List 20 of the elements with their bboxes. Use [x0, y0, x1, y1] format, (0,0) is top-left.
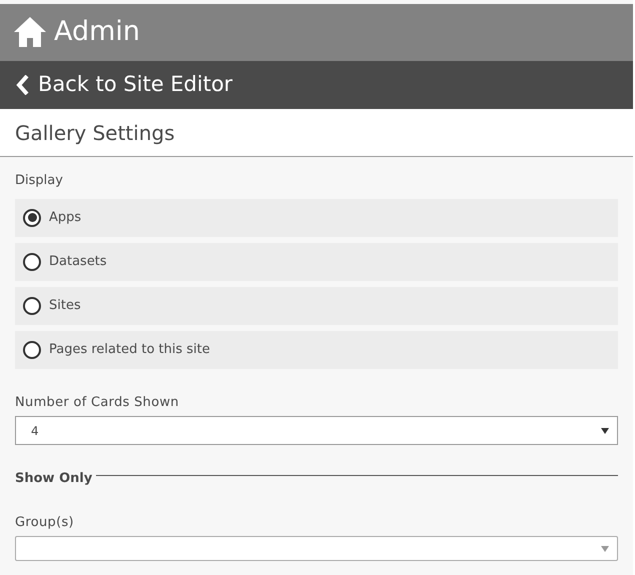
section-heading: Show Only: [15, 470, 92, 488]
caret-icon: [601, 546, 609, 552]
radio-button[interactable]: [23, 252, 41, 270]
caret-icon: [601, 428, 609, 434]
field-label: Group(s): [15, 514, 75, 532]
radio-button[interactable]: [23, 208, 41, 226]
radio-option[interactable]: Apps: [15, 198, 618, 236]
field-label: Number of Cards Shown: [15, 394, 180, 412]
radio-option[interactable]: Sites: [15, 286, 618, 324]
chevron-left-icon: [16, 74, 30, 95]
radio-option[interactable]: Pages related to this site: [15, 330, 618, 368]
panel-title: Gallery Settings: [15, 120, 175, 147]
header-title: Admin: [54, 15, 140, 50]
radio-button[interactable]: [23, 296, 41, 314]
cards-select[interactable]: 4: [15, 416, 618, 445]
home-icon: [14, 17, 46, 48]
radio-option[interactable]: Datasets: [15, 242, 618, 280]
back-link[interactable]: Back to Site Editor: [0, 60, 633, 110]
display-label: Display: [15, 172, 64, 190]
radio-button[interactable]: [23, 340, 41, 358]
